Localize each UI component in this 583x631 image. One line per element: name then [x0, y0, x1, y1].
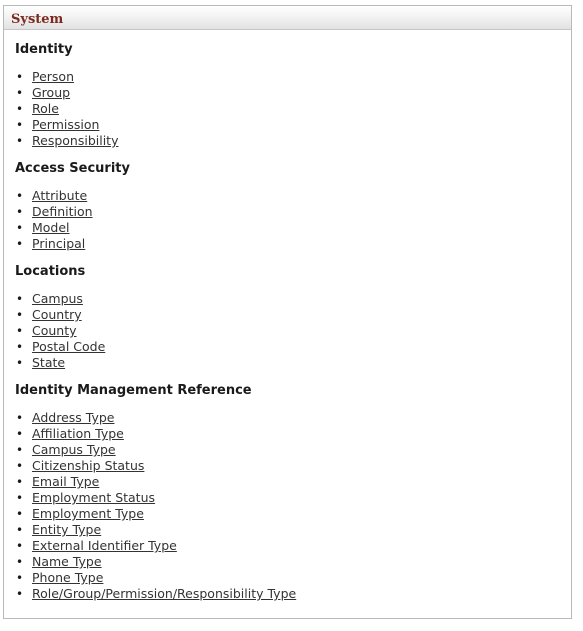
link-county[interactable]: County: [32, 323, 77, 338]
link-state[interactable]: State: [32, 355, 65, 370]
bullet-icon: •: [16, 340, 24, 354]
list-item: • Affiliation Type: [15, 426, 571, 442]
bullet-icon: •: [16, 189, 24, 203]
bullet-icon: •: [16, 587, 24, 601]
link-attribute[interactable]: Attribute: [32, 188, 87, 203]
section-identity: Identity • Person • Group • Role • Permissio…: [15, 42, 571, 149]
list-item: • Email Type: [15, 474, 571, 490]
link-external-identifier-type[interactable]: External Identifier Type: [32, 538, 177, 553]
panel-header: System: [4, 6, 571, 30]
link-permission[interactable]: Permission: [32, 117, 99, 132]
list-item: • Role/Group/Permission/Responsibility Ty…: [15, 586, 571, 602]
bullet-icon: •: [16, 308, 24, 322]
bullet-icon: •: [16, 411, 24, 425]
link-group[interactable]: Group: [32, 85, 70, 100]
link-name-type[interactable]: Name Type: [32, 554, 102, 569]
link-entity-type[interactable]: Entity Type: [32, 522, 101, 537]
system-panel: System Identity • Person • Group • Role • Pe…: [3, 5, 572, 619]
bullet-icon: •: [16, 237, 24, 251]
link-person[interactable]: Person: [32, 69, 74, 84]
panel-title: System: [11, 12, 64, 27]
bullet-icon: •: [16, 102, 24, 116]
link-list: • Address Type • Affiliation Type • Campus …: [15, 410, 571, 602]
link-phone-type[interactable]: Phone Type: [32, 570, 103, 585]
list-item: • Citizenship Status: [15, 458, 571, 474]
link-citizenship-status[interactable]: Citizenship Status: [32, 458, 144, 473]
bullet-icon: •: [16, 70, 24, 84]
bullet-icon: •: [16, 475, 24, 489]
bullet-icon: •: [16, 221, 24, 235]
list-item: • Permission: [15, 117, 571, 133]
link-employment-type[interactable]: Employment Type: [32, 506, 144, 521]
list-item: • Attribute: [15, 188, 571, 204]
list-item: • State: [15, 355, 571, 371]
bullet-icon: •: [16, 523, 24, 537]
list-item: • Group: [15, 85, 571, 101]
section-access-security: Access Security • Attribute • Definition •…: [15, 161, 571, 252]
panel-body: Identity • Person • Group • Role • Permissio…: [4, 30, 571, 602]
link-country[interactable]: Country: [32, 307, 82, 322]
link-email-type[interactable]: Email Type: [32, 474, 99, 489]
list-item: • Phone Type: [15, 570, 571, 586]
bullet-icon: •: [16, 118, 24, 132]
bullet-icon: •: [16, 205, 24, 219]
section-locations: Locations • Campus • Country • County • Post…: [15, 264, 571, 371]
list-item: • Employment Status: [15, 490, 571, 506]
bullet-icon: •: [16, 555, 24, 569]
list-item: • Country: [15, 307, 571, 323]
section-heading: Access Security: [15, 161, 130, 176]
link-role-group-permission-responsibility-type[interactable]: Role/Group/Permission/Responsibility Typ…: [32, 586, 296, 601]
list-item: • Responsibility: [15, 133, 571, 149]
link-responsibility[interactable]: Responsibility: [32, 133, 118, 148]
list-item: • Person: [15, 69, 571, 85]
list-item: • Definition: [15, 204, 571, 220]
list-item: • Principal: [15, 236, 571, 252]
list-item: • Role: [15, 101, 571, 117]
list-item: • Employment Type: [15, 506, 571, 522]
link-campus-type[interactable]: Campus Type: [32, 442, 116, 457]
link-definition[interactable]: Definition: [32, 204, 93, 219]
section-heading: Locations: [15, 264, 86, 279]
list-item: • Campus Type: [15, 442, 571, 458]
link-campus[interactable]: Campus: [32, 291, 83, 306]
bullet-icon: •: [16, 86, 24, 100]
list-item: • County: [15, 323, 571, 339]
bullet-icon: •: [16, 539, 24, 553]
list-item: • Name Type: [15, 554, 571, 570]
link-principal[interactable]: Principal: [32, 236, 85, 251]
link-list: • Campus • Country • County • Postal Code • S…: [15, 291, 571, 371]
link-model[interactable]: Model: [32, 220, 70, 235]
link-postal-code[interactable]: Postal Code: [32, 339, 105, 354]
link-list: • Person • Group • Role • Permission • Respon…: [15, 69, 571, 149]
link-affiliation-type[interactable]: Affiliation Type: [32, 426, 124, 441]
list-item: • External Identifier Type: [15, 538, 571, 554]
section-identity-management-reference: Identity Management Reference • Address T…: [15, 383, 571, 602]
section-heading: Identity: [15, 42, 73, 57]
link-address-type[interactable]: Address Type: [32, 410, 114, 425]
bullet-icon: •: [16, 571, 24, 585]
bullet-icon: •: [16, 134, 24, 148]
list-item: • Entity Type: [15, 522, 571, 538]
link-list: • Attribute • Definition • Model • Principal: [15, 188, 571, 252]
link-role[interactable]: Role: [32, 101, 59, 116]
list-item: • Model: [15, 220, 571, 236]
bullet-icon: •: [16, 507, 24, 521]
bullet-icon: •: [16, 427, 24, 441]
link-employment-status[interactable]: Employment Status: [32, 490, 155, 505]
list-item: • Postal Code: [15, 339, 571, 355]
section-heading: Identity Management Reference: [15, 383, 252, 398]
bullet-icon: •: [16, 356, 24, 370]
list-item: • Campus: [15, 291, 571, 307]
bullet-icon: •: [16, 324, 24, 338]
list-item: • Address Type: [15, 410, 571, 426]
bullet-icon: •: [16, 443, 24, 457]
bullet-icon: •: [16, 292, 24, 306]
bullet-icon: •: [16, 491, 24, 505]
bullet-icon: •: [16, 459, 24, 473]
